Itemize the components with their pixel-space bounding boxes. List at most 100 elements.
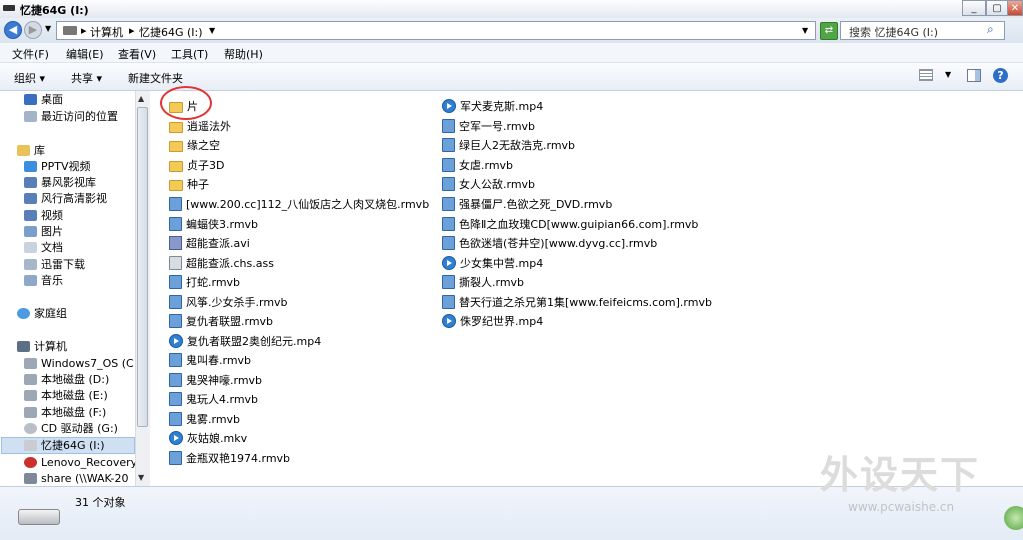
file-item[interactable]: 复仇者联盟.rmvb bbox=[169, 313, 273, 331]
view-options-icon[interactable] bbox=[919, 69, 933, 81]
nav-library-item[interactable]: 视频 bbox=[24, 208, 63, 224]
nav-drive[interactable]: CD 驱动器 (G:) bbox=[24, 421, 118, 437]
file-item[interactable]: 军犬麦克斯.mp4 bbox=[442, 98, 543, 116]
maximize-button[interactable]: ▢ bbox=[986, 0, 1008, 16]
rmvb-file-icon bbox=[169, 353, 182, 367]
nav-library-item[interactable]: 文档 bbox=[24, 240, 63, 256]
nav-scrollbar[interactable]: ▲ ▼ bbox=[135, 91, 150, 486]
nav-library-item[interactable]: 迅雷下载 bbox=[24, 257, 85, 273]
file-item[interactable]: 撕裂人.rmvb bbox=[442, 274, 524, 292]
menu-file[interactable]: 文件(F) bbox=[12, 46, 49, 62]
rmvb-file-icon bbox=[442, 138, 455, 152]
file-item[interactable]: 超能查派.chs.ass bbox=[169, 255, 274, 273]
share-button[interactable]: 共享 ▾ bbox=[71, 70, 102, 86]
view-dropdown[interactable]: ▼ bbox=[945, 70, 951, 79]
new-folder-button[interactable]: 新建文件夹 bbox=[128, 70, 183, 86]
file-item[interactable]: 女人公敌.rmvb bbox=[442, 176, 535, 194]
organize-button[interactable]: 组织 ▾ bbox=[14, 70, 45, 86]
file-item[interactable]: 色欲迷墙(苍井空)[www.dyvg.cc].rmvb bbox=[442, 235, 657, 253]
breadcrumb-computer[interactable]: 计算机 bbox=[90, 24, 123, 40]
file-item[interactable]: 空军一号.rmvb bbox=[442, 118, 535, 136]
nav-drive[interactable]: 本地磁盘 (D:) bbox=[24, 372, 109, 388]
file-item[interactable]: 鬼雾.rmvb bbox=[169, 411, 240, 429]
scroll-up-arrow[interactable]: ▲ bbox=[138, 94, 144, 103]
rmvb-file-icon bbox=[169, 295, 182, 309]
file-item[interactable]: 强暴僵尸.色欲之死_DVD.rmvb bbox=[442, 196, 612, 214]
nav-computer[interactable]: 计算机 bbox=[17, 339, 67, 355]
video-library-icon bbox=[24, 210, 37, 221]
nav-library-item[interactable]: 图片 bbox=[24, 224, 63, 240]
file-item[interactable]: 色降Ⅱ之血玫瑰CD[www.guipian66.com].rmvb bbox=[442, 216, 698, 234]
nav-drive[interactable]: Lenovo_Recovery bbox=[24, 455, 137, 471]
file-item[interactable]: 贞子3D bbox=[169, 157, 224, 175]
file-item[interactable]: 缘之空 bbox=[169, 137, 220, 155]
homegroup-icon bbox=[17, 308, 30, 319]
navigation-pane: 桌面 最近访问的位置 库 PPTV视频 暴风影视库 风行高清影视 视频 图片 文… bbox=[0, 91, 148, 486]
title-bar: 忆捷64G (I:) _ ▢ ✕ bbox=[0, 0, 1023, 18]
file-item[interactable]: 金瓶双艳1974.rmvb bbox=[169, 450, 290, 468]
file-item[interactable]: 蝙蝠侠3.rmvb bbox=[169, 216, 258, 234]
forward-button[interactable]: ▶ bbox=[24, 21, 42, 39]
recent-pages-dropdown[interactable]: ▼ bbox=[45, 24, 51, 33]
nav-library-item[interactable]: 音乐 bbox=[24, 273, 63, 289]
rmvb-file-icon bbox=[169, 392, 182, 406]
file-item[interactable]: 打蛇.rmvb bbox=[169, 274, 240, 292]
menu-help[interactable]: 帮助(H) bbox=[224, 46, 263, 62]
scroll-down-arrow[interactable]: ▼ bbox=[138, 473, 144, 482]
video-play-icon bbox=[442, 314, 456, 328]
nav-drive[interactable]: share (\\WAK-20 bbox=[24, 471, 129, 486]
preview-pane-icon[interactable] bbox=[967, 69, 981, 82]
file-item[interactable]: 复仇者联盟2奥创纪元.mp4 bbox=[169, 333, 321, 351]
menu-tools[interactable]: 工具(T) bbox=[171, 46, 208, 62]
file-item[interactable]: 鬼哭神嚎.rmvb bbox=[169, 372, 262, 390]
scroll-thumb[interactable] bbox=[137, 107, 148, 427]
file-item[interactable]: 逍遥法外 bbox=[169, 118, 231, 136]
help-icon[interactable]: ? bbox=[993, 68, 1008, 83]
address-row: ◀ ▶ ▼ ▸ 计算机 ▸ 忆捷64G (I:) ▼ ▼ ⇄ 搜索 忆捷64G … bbox=[0, 18, 1023, 43]
file-item[interactable]: 灰姑娘.mkv bbox=[169, 430, 247, 448]
address-dropdown[interactable]: ▼ bbox=[802, 26, 808, 35]
nav-libraries[interactable]: 库 bbox=[17, 143, 45, 159]
nav-drive[interactable]: Windows7_OS (C: bbox=[24, 356, 137, 372]
file-list: 片 逍遥法外 缘之空 贞子3D 种子 [www.200.cc]112_八仙饭店之… bbox=[150, 91, 1023, 486]
file-item[interactable]: 侏罗纪世界.mp4 bbox=[442, 313, 543, 331]
file-item[interactable]: 种子 bbox=[169, 176, 209, 194]
video-play-icon bbox=[169, 431, 183, 445]
file-item[interactable]: 鬼玩人4.rmvb bbox=[169, 391, 258, 409]
folder-icon bbox=[169, 180, 183, 191]
search-box[interactable]: 搜索 忆捷64G (I:) ⌕ bbox=[840, 21, 1005, 40]
file-item[interactable]: 女虐.rmvb bbox=[442, 157, 513, 175]
search-icon[interactable]: ⌕ bbox=[987, 22, 994, 37]
file-item[interactable]: 风筝.少女杀手.rmvb bbox=[169, 294, 288, 312]
back-button[interactable]: ◀ bbox=[4, 21, 22, 39]
nav-drive-selected[interactable]: 忆捷64G (I:) bbox=[24, 438, 105, 454]
nav-recent[interactable]: 最近访问的位置 bbox=[24, 109, 118, 125]
nav-homegroup[interactable]: 家庭组 bbox=[17, 306, 67, 322]
breadcrumb-dropdown[interactable]: ▼ bbox=[209, 26, 215, 35]
rmvb-file-icon bbox=[169, 314, 182, 328]
menu-edit[interactable]: 编辑(E) bbox=[66, 46, 104, 62]
nav-desktop[interactable]: 桌面 bbox=[24, 92, 63, 108]
nav-library-item[interactable]: 暴风影视库 bbox=[24, 175, 96, 191]
file-item[interactable]: [www.200.cc]112_八仙饭店之人肉叉烧包.rmvb bbox=[169, 196, 429, 214]
close-button[interactable]: ✕ bbox=[1007, 0, 1023, 16]
nav-library-item[interactable]: 风行高清影视 bbox=[24, 191, 107, 207]
file-item[interactable]: 超能查派.avi bbox=[169, 235, 250, 253]
file-item[interactable]: 少女集中营.mp4 bbox=[442, 255, 543, 273]
nav-drive[interactable]: 本地磁盘 (E:) bbox=[24, 388, 108, 404]
breadcrumb-drive[interactable]: 忆捷64G (I:) bbox=[139, 24, 203, 40]
address-bar[interactable]: ▸ 计算机 ▸ 忆捷64G (I:) ▼ ▼ bbox=[56, 21, 816, 40]
file-item[interactable]: 绿巨人2无敌浩克.rmvb bbox=[442, 137, 575, 155]
minimize-button[interactable]: _ bbox=[962, 0, 986, 16]
nav-library-item[interactable]: PPTV视频 bbox=[24, 159, 91, 175]
video-play-icon bbox=[442, 256, 456, 270]
nav-drive[interactable]: 本地磁盘 (F:) bbox=[24, 405, 106, 421]
highlight-circle bbox=[160, 86, 212, 120]
search-input[interactable]: 搜索 忆捷64G (I:) bbox=[849, 24, 938, 40]
documents-icon bbox=[24, 242, 37, 253]
file-item[interactable]: 鬼叫春.rmvb bbox=[169, 352, 251, 370]
file-item[interactable]: 替天行道之杀兄第1集[www.feifeicms.com].rmvb bbox=[442, 294, 712, 312]
menu-view[interactable]: 查看(V) bbox=[118, 46, 156, 62]
network-drive-icon bbox=[24, 473, 37, 484]
refresh-icon[interactable]: ⇄ bbox=[820, 22, 838, 40]
